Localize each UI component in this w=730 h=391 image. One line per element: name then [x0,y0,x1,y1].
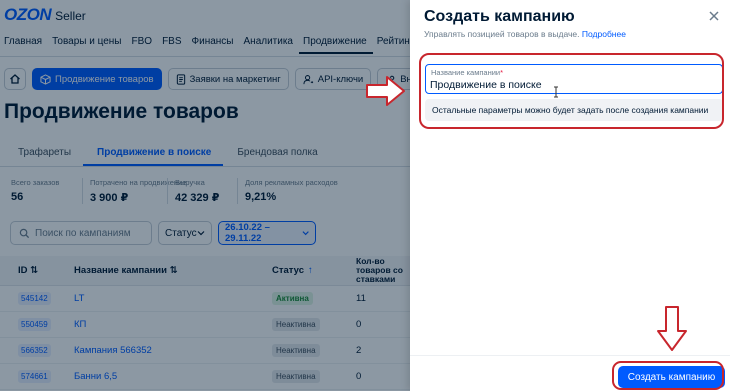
text-cursor-icon [554,86,558,98]
panel-footer-divider [410,355,730,356]
campaign-name-input[interactable] [430,79,710,91]
panel-subtitle: Управлять позицией товаров в выдаче. Под… [424,29,626,39]
modal-backdrop[interactable] [0,0,410,391]
campaign-name-field-label: Название кампании* [431,68,503,77]
hint-message: Остальные параметры можно будет задать п… [425,99,723,121]
create-campaign-button[interactable]: Создать кампанию [618,366,725,388]
create-campaign-panel: Создать кампанию Управлять позицией това… [410,0,730,391]
close-button[interactable] [704,6,724,26]
learn-more-link[interactable]: Подробнее [582,29,626,39]
panel-subtitle-text: Управлять позицией товаров в выдаче. [424,29,580,39]
campaign-name-field[interactable]: Название кампании* [425,64,723,94]
close-icon [709,11,719,21]
panel-title: Создать кампанию [424,8,575,25]
required-mark: * [500,68,504,77]
field-label-text: Название кампании [431,68,501,77]
